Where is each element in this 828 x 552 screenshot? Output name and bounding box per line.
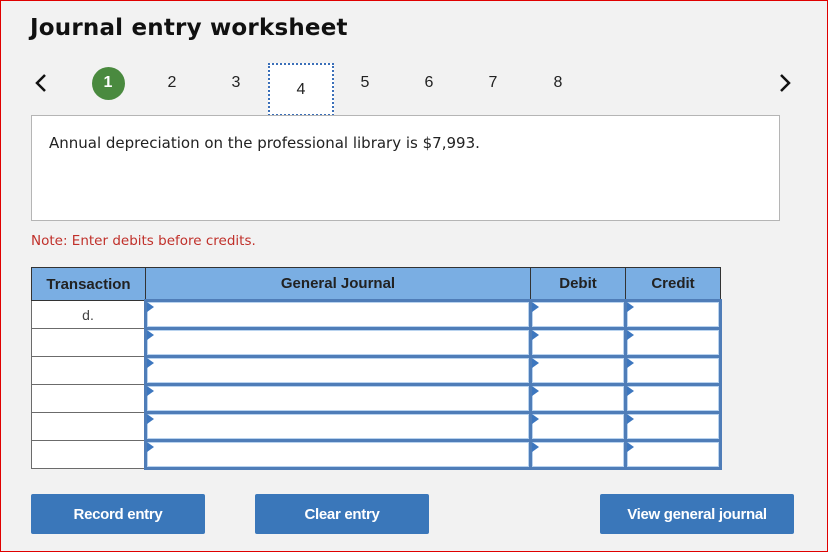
account-input-field[interactable]	[147, 358, 529, 383]
debit-input[interactable]	[529, 439, 627, 470]
credit-input[interactable]	[624, 327, 722, 358]
header-debit: Debit	[530, 267, 626, 301]
debit-input[interactable]	[529, 383, 627, 414]
step-6[interactable]: 6	[409, 63, 449, 103]
cell-marker-icon	[532, 330, 539, 340]
credit-input[interactable]	[624, 355, 722, 386]
step-1[interactable]: 1	[88, 63, 128, 103]
step-4[interactable]: 4	[268, 63, 334, 116]
credit-input-field[interactable]	[627, 358, 719, 383]
debit-input-field[interactable]	[532, 386, 624, 411]
account-input-field[interactable]	[147, 330, 529, 355]
header-general-journal: General Journal	[145, 267, 531, 301]
credit-input-field[interactable]	[627, 442, 719, 467]
account-input-field[interactable]	[147, 442, 529, 467]
view-general-journal-button[interactable]: View general journal	[600, 494, 794, 534]
cell-marker-icon	[532, 358, 539, 368]
cell-marker-icon	[147, 414, 154, 424]
cell-marker-icon	[627, 386, 634, 396]
debit-input[interactable]	[529, 411, 627, 442]
table-row	[31, 327, 722, 358]
cell-marker-icon	[627, 414, 634, 424]
record-entry-button[interactable]: Record entry	[31, 494, 205, 534]
debit-input-field[interactable]	[532, 358, 624, 383]
cell-marker-icon	[627, 358, 634, 368]
step-7[interactable]: 7	[473, 63, 513, 103]
credit-input-field[interactable]	[627, 302, 719, 327]
debit-input-field[interactable]	[532, 302, 624, 327]
table-row	[31, 439, 722, 470]
debit-input-field[interactable]	[532, 414, 624, 439]
table-row: d.	[31, 299, 722, 330]
transaction-cell	[31, 356, 146, 385]
cell-marker-icon	[147, 330, 154, 340]
cell-marker-icon	[532, 414, 539, 424]
credit-input[interactable]	[624, 299, 722, 330]
account-input-field[interactable]	[147, 386, 529, 411]
table-row	[31, 355, 722, 386]
table-header-row: Transaction General Journal Debit Credit	[31, 267, 721, 301]
transaction-cell	[31, 328, 146, 357]
debit-input-field[interactable]	[532, 442, 624, 467]
table-row	[31, 411, 722, 442]
account-input[interactable]	[144, 327, 532, 358]
transaction-cell: d.	[31, 300, 146, 329]
header-credit: Credit	[625, 267, 721, 301]
transaction-cell	[31, 412, 146, 441]
clear-entry-button[interactable]: Clear entry	[255, 494, 429, 534]
prev-button[interactable]	[31, 71, 51, 95]
cell-marker-icon	[532, 302, 539, 312]
credit-input[interactable]	[624, 439, 722, 470]
journal-entry-table: Transaction General Journal Debit Credit…	[31, 267, 722, 470]
account-input[interactable]	[144, 355, 532, 386]
debit-input[interactable]	[529, 299, 627, 330]
credit-input[interactable]	[624, 383, 722, 414]
step-1-label: 1	[91, 66, 125, 100]
transaction-description-box: Annual depreciation on the professional …	[31, 115, 780, 221]
cell-marker-icon	[627, 442, 634, 452]
step-2[interactable]: 2	[152, 63, 192, 103]
header-transaction: Transaction	[31, 267, 146, 301]
cell-marker-icon	[147, 358, 154, 368]
page-title: Journal entry worksheet	[30, 15, 348, 41]
next-button[interactable]	[775, 71, 795, 95]
table-row	[31, 383, 722, 414]
cell-marker-icon	[532, 442, 539, 452]
debit-input[interactable]	[529, 327, 627, 358]
transaction-cell	[31, 384, 146, 413]
credit-input-field[interactable]	[627, 330, 719, 355]
chevron-left-icon	[35, 74, 46, 92]
account-input-field[interactable]	[147, 414, 529, 439]
account-input-field[interactable]	[147, 302, 529, 327]
step-5[interactable]: 5	[345, 63, 385, 103]
step-3[interactable]: 3	[216, 63, 256, 103]
cell-marker-icon	[147, 302, 154, 312]
step-8[interactable]: 8	[538, 63, 578, 103]
chevron-right-icon	[780, 74, 791, 92]
account-input[interactable]	[144, 439, 532, 470]
cell-marker-icon	[627, 302, 634, 312]
credit-input-field[interactable]	[627, 414, 719, 439]
debit-input-field[interactable]	[532, 330, 624, 355]
cell-marker-icon	[147, 442, 154, 452]
transaction-description: Annual depreciation on the professional …	[49, 134, 480, 152]
transaction-cell	[31, 440, 146, 469]
account-input[interactable]	[144, 299, 532, 330]
instruction-note: Note: Enter debits before credits.	[31, 233, 256, 249]
debit-input[interactable]	[529, 355, 627, 386]
cell-marker-icon	[147, 386, 154, 396]
account-input[interactable]	[144, 383, 532, 414]
credit-input-field[interactable]	[627, 386, 719, 411]
cell-marker-icon	[627, 330, 634, 340]
account-input[interactable]	[144, 411, 532, 442]
credit-input[interactable]	[624, 411, 722, 442]
step-pager: 1 2 3 4 5 6 7 8	[1, 63, 828, 116]
cell-marker-icon	[532, 386, 539, 396]
